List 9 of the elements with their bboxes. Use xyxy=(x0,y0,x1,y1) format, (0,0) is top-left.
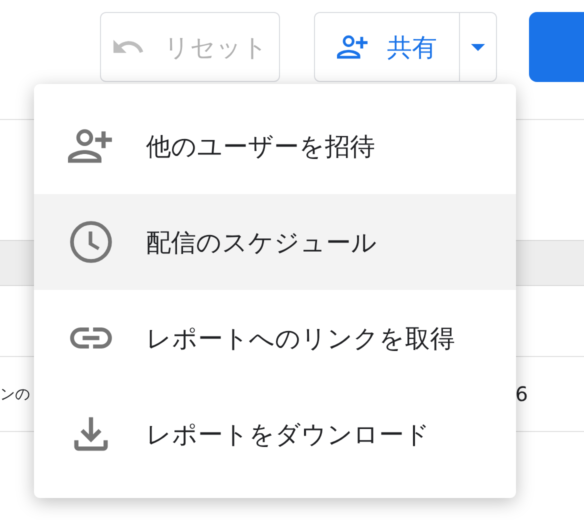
menu-item[interactable]: 他のユーザーを招待 xyxy=(34,98,516,194)
clock-icon xyxy=(68,221,114,263)
share-button[interactable]: 共有 xyxy=(314,13,460,81)
menu-item[interactable]: レポートをダウンロード xyxy=(34,386,516,482)
menu-item[interactable]: 配信のスケジュール xyxy=(34,194,516,290)
table-cell: ンの xyxy=(0,384,30,404)
menu-item[interactable]: レポートへのリンクを取得 xyxy=(34,290,516,386)
caret-icon xyxy=(470,44,485,50)
table-cell: 6 xyxy=(515,382,528,406)
